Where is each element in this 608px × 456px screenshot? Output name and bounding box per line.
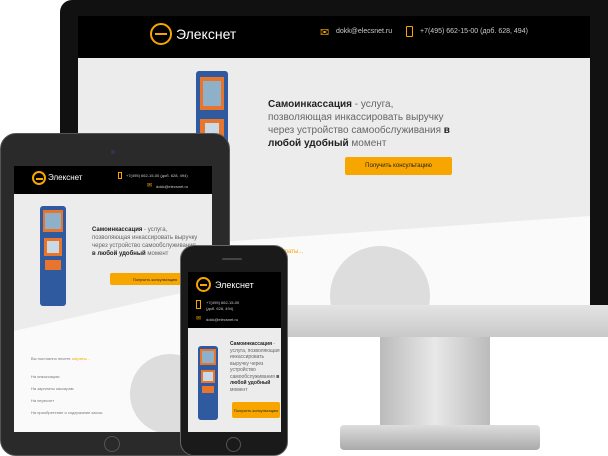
- phone-content: Самоинкассация - услуга, позволяющая инк…: [188, 328, 281, 432]
- costs-lead-text: Вы постоянно несете: [31, 356, 72, 361]
- hero-bold: Самоинкассация: [268, 99, 352, 110]
- costs-accent: затраты...: [71, 356, 90, 361]
- hero-bold-2: в любой удобный: [92, 251, 146, 257]
- hero-text: Самоинкассация - услуга, позволяющая инк…: [230, 341, 280, 393]
- phone-icon: [196, 300, 201, 309]
- brand-logo[interactable]: Элекснет: [215, 280, 254, 290]
- phone-icon: [118, 172, 122, 179]
- cost-item: На пересчет: [31, 398, 55, 403]
- phone-screen: Элекснет +7(495) 662-15-00 (доб. 628, 49…: [188, 272, 281, 432]
- mail-icon: ✉: [320, 27, 330, 39]
- hero-text-2: момент: [145, 251, 169, 257]
- phone-icon: [406, 26, 413, 37]
- hero-text-1: - услуга, позволяющая инкассировать выру…: [230, 341, 280, 380]
- tablet-home-button[interactable]: [104, 436, 120, 452]
- phone-link[interactable]: +7(495) 662-15-00 (доб. 628, 494): [420, 28, 528, 35]
- logo-icon: [150, 23, 172, 45]
- monitor-stand: [380, 337, 490, 427]
- phone-speaker: [222, 258, 242, 260]
- hero-bold: Самоинкассация: [92, 227, 143, 233]
- logo-icon: [196, 277, 211, 292]
- cost-item: На инкассацию: [31, 374, 60, 379]
- phone-link[interactable]: +7(495) 662-15-00 (доб. 628, 494): [126, 173, 188, 178]
- hero-bold: Самоинкассация: [230, 341, 272, 347]
- phone-link-1[interactable]: +7(495) 662-15-00: [206, 300, 239, 305]
- logo-icon: [32, 171, 46, 185]
- kiosk-image: [198, 346, 218, 420]
- mail-icon: ✉: [196, 316, 202, 322]
- kiosk-image: [40, 206, 66, 306]
- cost-item: На зарплаты кассирам: [31, 386, 74, 391]
- brand-logo[interactable]: Элекснет: [48, 173, 82, 182]
- email-link[interactable]: dokk@elecsnet.ru: [336, 28, 392, 35]
- hero-text: Самоинкассация - услуга, позволяющая инк…: [268, 98, 458, 150]
- email-link[interactable]: dokk@elecsnet.ru: [206, 317, 238, 322]
- tablet-header: Элекснет +7(495) 662-15-00 (доб. 628, 49…: [14, 166, 212, 194]
- cost-item: На приобретение и содержание кассы: [31, 410, 103, 415]
- phone-home-button[interactable]: [226, 437, 241, 452]
- cta-button[interactable]: Получить консультацию: [345, 157, 452, 175]
- cta-button[interactable]: Получить консультацию: [232, 402, 280, 418]
- hero-text-2: момент: [230, 386, 248, 393]
- monitor-base: [340, 425, 540, 450]
- costs-lead: Вы постоянно несете затраты...: [31, 356, 90, 361]
- hero-text-2: момент: [348, 138, 387, 149]
- phone-link-2[interactable]: (доб. 628, 494): [206, 306, 233, 311]
- desktop-header: Элекснет ✉ dokk@elecsnet.ru +7(495) 662-…: [78, 16, 590, 58]
- email-link[interactable]: dokk@elecsnet.ru: [156, 184, 188, 189]
- tablet-camera: [111, 150, 115, 154]
- mail-icon: ✉: [147, 183, 153, 189]
- brand-logo[interactable]: Элекснет: [176, 26, 236, 42]
